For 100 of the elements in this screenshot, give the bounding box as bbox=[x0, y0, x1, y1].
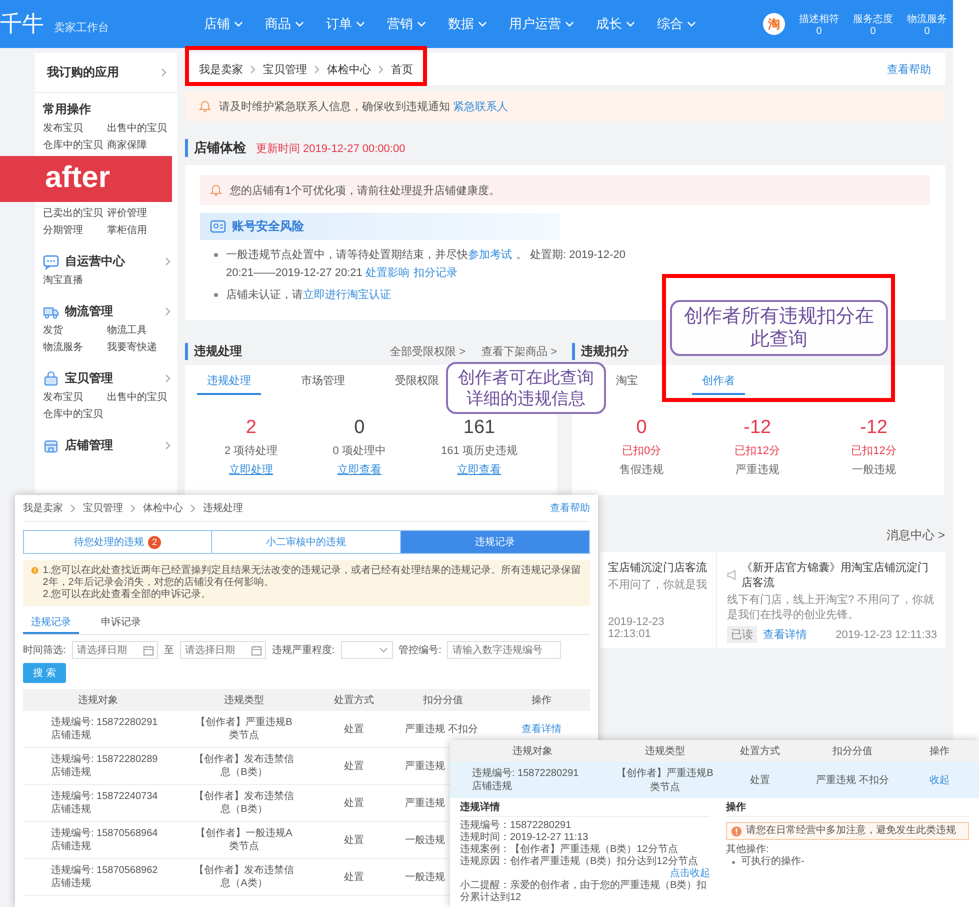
table-cell-text: 【创作者】严重违规B类节点 bbox=[194, 716, 294, 742]
detail-line: 违规原因：创作者严重违规（B类）扣分达到12分节点 bbox=[460, 856, 699, 868]
section-title[interactable]: 我订购的应用 bbox=[47, 64, 119, 81]
breadcrumb-link[interactable]: 首页 bbox=[391, 62, 413, 76]
message-center-link[interactable]: 消息中心 > bbox=[886, 527, 945, 544]
tab[interactable]: 申诉记录 bbox=[93, 612, 149, 634]
text-link[interactable]: 扣分记录 bbox=[413, 267, 458, 279]
menu-link[interactable]: 仓库中的宝贝 bbox=[43, 407, 103, 421]
tab[interactable]: 淘宝 bbox=[606, 371, 648, 395]
tab[interactable]: 创作者 bbox=[692, 371, 745, 395]
violation-id: 违规编号: 15870568962 bbox=[51, 864, 159, 877]
menu-link[interactable]: 出售中的宝贝 bbox=[107, 390, 167, 404]
menu-link[interactable]: 发布宝贝 bbox=[43, 390, 83, 404]
column-header: 违规对象 bbox=[512, 744, 554, 758]
menu-link[interactable]: 出售中的宝贝 bbox=[107, 121, 167, 135]
message-title: 《新开店官方锦囊》用淘宝店铺沉淀门店客流 bbox=[742, 560, 930, 590]
table-cell-text: 处置 bbox=[343, 834, 365, 847]
violation-scope: 店铺违规 bbox=[472, 780, 513, 793]
section-title[interactable]: 宝贝管理 bbox=[65, 370, 113, 387]
table-cell-text: 处置 bbox=[343, 760, 365, 773]
menu-link[interactable]: 发货 bbox=[43, 323, 63, 337]
menu-link[interactable]: 已卖出的宝贝 bbox=[43, 206, 103, 220]
breadcrumb-link[interactable]: 体检中心 bbox=[143, 501, 183, 515]
column-header: 处置方式 bbox=[333, 694, 375, 707]
caret-icon bbox=[295, 21, 304, 27]
menu-link[interactable]: 掌柜信用 bbox=[107, 223, 147, 237]
violation-scope: 店铺违规 bbox=[51, 729, 92, 742]
section-title[interactable]: 物流管理 bbox=[65, 303, 113, 320]
section-title[interactable]: 自运营中心 bbox=[65, 253, 125, 270]
text-link[interactable]: 参加考试 bbox=[468, 249, 512, 261]
table-cell-text: 【创作者】严重违规B类节点 bbox=[616, 766, 714, 794]
table-cell-text: 处置 bbox=[343, 796, 365, 810]
caret-icon bbox=[378, 647, 388, 653]
chevron-icon bbox=[165, 257, 171, 266]
menu-link[interactable]: 物流服务 bbox=[43, 340, 83, 354]
stat-label: 161 项历史违规 bbox=[441, 444, 518, 458]
app-subtitle: 卖家工作台 bbox=[54, 20, 109, 34]
other-label: 其他操作: bbox=[726, 844, 770, 856]
bell-icon bbox=[210, 184, 222, 196]
breadcrumb-link[interactable]: 宝贝管理 bbox=[263, 62, 307, 76]
breadcrumb-link[interactable]: 宝贝管理 bbox=[83, 501, 123, 515]
menu-link[interactable]: 物流工具 bbox=[107, 323, 147, 337]
stat-link[interactable]: 立即查看 bbox=[457, 462, 502, 477]
breadcrumb-link[interactable]: 违规处理 bbox=[203, 501, 243, 515]
collapse-link[interactable]: 点击收起 bbox=[670, 868, 710, 880]
breadcrumb-link[interactable]: 我是卖家 bbox=[199, 62, 243, 76]
date-field[interactable]: 请选择日期 bbox=[180, 641, 266, 659]
alert-text: 您的店铺有1个可优化项，请前往处理提升店铺健康度。 bbox=[230, 184, 500, 198]
help-link[interactable]: 查看帮助 bbox=[887, 62, 931, 76]
deducted-label: 已扣12分 bbox=[734, 444, 780, 458]
caret-icon bbox=[356, 21, 365, 27]
after-label: after bbox=[0, 156, 172, 202]
details-link[interactable]: 查看详情 bbox=[763, 627, 807, 642]
bullet-dot bbox=[214, 253, 218, 257]
rating-label: 物流服务 bbox=[907, 12, 947, 26]
menu-link[interactable]: 商家保障 bbox=[107, 138, 147, 152]
tab[interactable]: 违规记录 bbox=[23, 612, 79, 634]
section-title[interactable]: 常用操作 bbox=[43, 101, 91, 118]
tab[interactable]: 市场管理 bbox=[291, 371, 355, 395]
column-header: 处置方式 bbox=[739, 744, 781, 758]
severity-select[interactable] bbox=[340, 641, 393, 659]
message-body: 线下有门店，线上开淘宝? 不用问了，你就是我们在找寻的创业先锋。 bbox=[727, 593, 936, 623]
tab[interactable]: 受限权限 bbox=[385, 371, 449, 395]
id-input[interactable]: 请输入数字违规编号 bbox=[447, 641, 562, 659]
callout-bubble: 创作者所有违规扣分在此查询 bbox=[670, 300, 888, 356]
stat-value: -12 bbox=[860, 417, 888, 439]
message-title: 宝店铺沉淀门店客流 bbox=[608, 560, 707, 575]
panel-link[interactable]: 全部受限权限 > bbox=[390, 344, 466, 358]
table-cell-text: 处置 bbox=[343, 870, 365, 884]
breadcrumb-link[interactable]: 我是卖家 bbox=[23, 501, 63, 515]
stat-link[interactable]: 立即查看 bbox=[337, 462, 382, 477]
menu-link[interactable]: 分期管理 bbox=[43, 223, 83, 237]
id-card-icon bbox=[210, 220, 226, 234]
menu-link[interactable]: 我要寄快递 bbox=[107, 340, 157, 354]
tab[interactable]: 待您处理的违规 2 bbox=[24, 531, 212, 553]
details-link[interactable]: 查看详情 bbox=[493, 722, 590, 736]
menu-link[interactable]: 发布宝贝 bbox=[43, 121, 83, 135]
stat-link[interactable]: 立即处理 bbox=[229, 462, 274, 477]
table-cell-text: 严重违规 bbox=[405, 796, 445, 810]
tab[interactable]: 违规记录 bbox=[400, 531, 589, 553]
violation-id: 违规编号: 15872280289 bbox=[51, 753, 159, 766]
bullet-text: 店铺未认证，请立即进行淘宝认证 bbox=[226, 288, 392, 303]
menu-link[interactable]: 评价管理 bbox=[107, 206, 147, 220]
column-header: 操作 bbox=[928, 745, 950, 758]
date-field[interactable]: 请选择日期 bbox=[72, 641, 158, 659]
tab[interactable]: 违规处理 bbox=[197, 371, 261, 395]
text-link[interactable]: 立即进行淘宝认证 bbox=[303, 289, 391, 301]
menu-link[interactable]: 仓库中的宝贝 bbox=[43, 138, 103, 152]
table-cell-text: 处置 bbox=[343, 722, 365, 736]
panel-link[interactable]: 查看下架商品 > bbox=[482, 344, 557, 358]
risk-title: 账号安全风险 bbox=[232, 218, 304, 235]
chevron-icon bbox=[165, 374, 171, 383]
menu-link[interactable]: 淘宝直播 bbox=[43, 273, 83, 287]
section-title[interactable]: 店铺管理 bbox=[65, 437, 113, 454]
stat-value: -12 bbox=[744, 417, 772, 439]
breadcrumb-link[interactable]: 体检中心 bbox=[327, 62, 371, 76]
range-separator: 至 bbox=[164, 644, 174, 657]
help-link[interactable]: 查看帮助 bbox=[550, 501, 590, 515]
violation-id: 违规编号: 15872280291 bbox=[51, 716, 159, 729]
text-link[interactable]: 处置影响 bbox=[365, 267, 410, 279]
